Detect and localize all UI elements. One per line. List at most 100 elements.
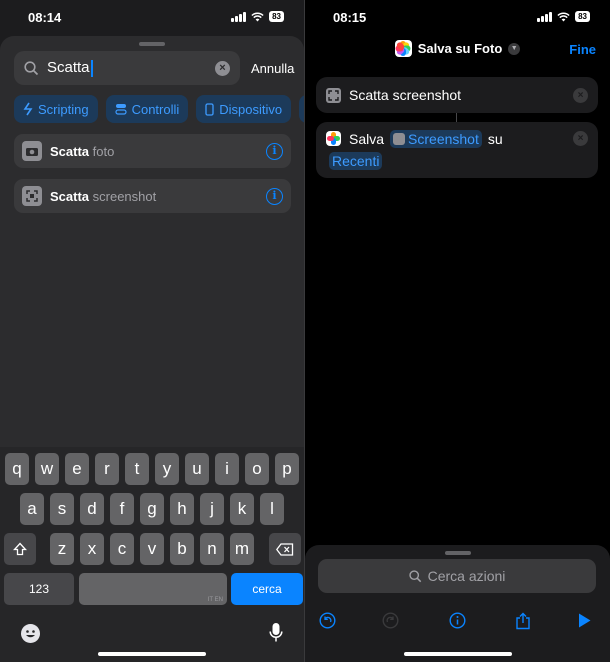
battery-indicator: 83: [269, 11, 284, 22]
key[interactable]: h: [170, 493, 194, 525]
search-input[interactable]: Scatta: [47, 59, 93, 77]
shortcut-editor-panel: 08:15 83 Salva su Foto ▼ Fine Scatta scr…: [305, 0, 610, 662]
sheet-grabber[interactable]: [444, 551, 471, 555]
key[interactable]: g: [140, 493, 164, 525]
remove-action-icon[interactable]: ×: [573, 88, 588, 103]
search-key[interactable]: cerca: [231, 573, 303, 605]
action-title: Scatta screenshot: [349, 87, 462, 103]
done-button[interactable]: Fine: [569, 42, 596, 57]
shortcut-title-menu[interactable]: Salva su Foto ▼: [305, 40, 610, 57]
key[interactable]: b: [170, 533, 194, 565]
key[interactable]: i: [215, 453, 239, 485]
key[interactable]: c: [110, 533, 134, 565]
key[interactable]: y: [155, 453, 179, 485]
key[interactable]: x: [80, 533, 104, 565]
info-icon[interactable]: i: [266, 187, 283, 205]
key[interactable]: o: [245, 453, 269, 485]
search-icon: [24, 60, 39, 75]
album-token[interactable]: Recenti: [329, 152, 383, 170]
search-placeholder: Cerca azioni: [427, 568, 506, 584]
action-scatta-screenshot[interactable]: Scatta screenshot ×: [316, 77, 598, 113]
key[interactable]: q: [5, 453, 29, 485]
key[interactable]: z: [50, 533, 74, 565]
search-actions-field[interactable]: Cerca azioni: [318, 559, 596, 593]
chip-scripting[interactable]: Scripting: [14, 95, 98, 123]
status-time: 08:15: [333, 10, 367, 25]
result-scatta-foto[interactable]: Scatta foto i: [14, 134, 291, 168]
action-connector: [456, 113, 457, 122]
undo-icon[interactable]: [319, 612, 336, 629]
category-chips: Scripting Controlli Dispositivo: [14, 95, 304, 123]
play-icon[interactable]: [577, 612, 592, 629]
key[interactable]: d: [80, 493, 104, 525]
cancel-button[interactable]: Annulla: [251, 61, 294, 76]
chevron-down-icon: ▼: [508, 42, 521, 55]
clear-search-icon[interactable]: ×: [215, 60, 230, 76]
key[interactable]: n: [200, 533, 224, 565]
variable-token-screenshot[interactable]: Screenshot: [390, 130, 482, 148]
key[interactable]: r: [95, 453, 119, 485]
keyboard: q w e r t y u i o p a s d f g h j k l z …: [0, 447, 304, 662]
delete-icon: [276, 542, 294, 556]
action-salva-foto[interactable]: Salva Screenshot su Recenti ×: [316, 122, 598, 178]
key[interactable]: j: [200, 493, 224, 525]
keyboard-row-1: q w e r t y u i o p: [0, 453, 304, 485]
key[interactable]: m: [230, 533, 254, 565]
key[interactable]: t: [125, 453, 149, 485]
chip-label: Dispositivo: [219, 101, 283, 117]
action-preposition: su: [487, 131, 503, 147]
text-caret: [90, 59, 93, 77]
search-value: Scatta: [47, 59, 90, 77]
status-bar: 08:14 83: [0, 0, 304, 36]
key[interactable]: u: [185, 453, 209, 485]
key[interactable]: w: [35, 453, 59, 485]
key[interactable]: a: [20, 493, 44, 525]
cellular-signal-icon: [231, 11, 247, 22]
battery-indicator: 83: [575, 11, 590, 22]
remove-action-icon[interactable]: ×: [573, 131, 588, 146]
sheet-grabber[interactable]: [139, 42, 165, 46]
wifi-icon: [251, 11, 264, 21]
camera-icon: [22, 141, 42, 161]
key[interactable]: k: [230, 493, 254, 525]
share-icon[interactable]: [515, 612, 531, 630]
result-label-bold: Scatta: [50, 143, 90, 159]
action-sentence: Salva Screenshot su: [349, 130, 503, 148]
result-label-rest: foto: [89, 143, 115, 159]
language-hint: IT EN: [207, 597, 223, 603]
search-icon: [408, 569, 421, 582]
shortcut-title: Salva su Foto: [417, 41, 503, 56]
screenshot-icon: [393, 133, 406, 145]
photos-app-icon: [394, 40, 412, 57]
search-field[interactable]: Scatta ×: [14, 51, 240, 85]
key[interactable]: e: [65, 453, 89, 485]
status-bar: 08:15 83: [305, 0, 610, 36]
key[interactable]: l: [260, 493, 284, 525]
chip-dispositivo[interactable]: Dispositivo: [196, 95, 292, 123]
photos-app-icon: [326, 131, 341, 146]
numbers-key[interactable]: 123: [4, 573, 74, 605]
chip-label: Controlli: [131, 101, 180, 117]
album-parameter[interactable]: Recenti: [329, 152, 383, 170]
emoji-icon[interactable]: [20, 623, 41, 644]
chip-controlli[interactable]: Controlli: [105, 95, 189, 123]
delete-key[interactable]: [269, 533, 301, 565]
key[interactable]: p: [275, 453, 299, 485]
space-key[interactable]: IT EN: [79, 573, 227, 605]
chip-label: Scripting: [38, 101, 89, 117]
key[interactable]: v: [140, 533, 164, 565]
redo-icon[interactable]: [382, 612, 399, 629]
result-label-bold: Scatta: [50, 188, 90, 204]
info-icon[interactable]: i: [266, 142, 283, 160]
microphone-icon[interactable]: [269, 622, 283, 644]
key[interactable]: s: [50, 493, 74, 525]
wifi-icon: [557, 11, 570, 21]
info-icon[interactable]: [449, 612, 466, 629]
screenshot-icon: [22, 186, 42, 206]
device-icon: [205, 102, 214, 116]
result-scatta-screenshot[interactable]: Scatta screenshot i: [14, 179, 291, 213]
result-label-rest: screenshot: [89, 188, 157, 204]
key[interactable]: f: [110, 493, 134, 525]
action-verb: Salva: [349, 131, 385, 147]
home-indicator: [403, 652, 512, 656]
